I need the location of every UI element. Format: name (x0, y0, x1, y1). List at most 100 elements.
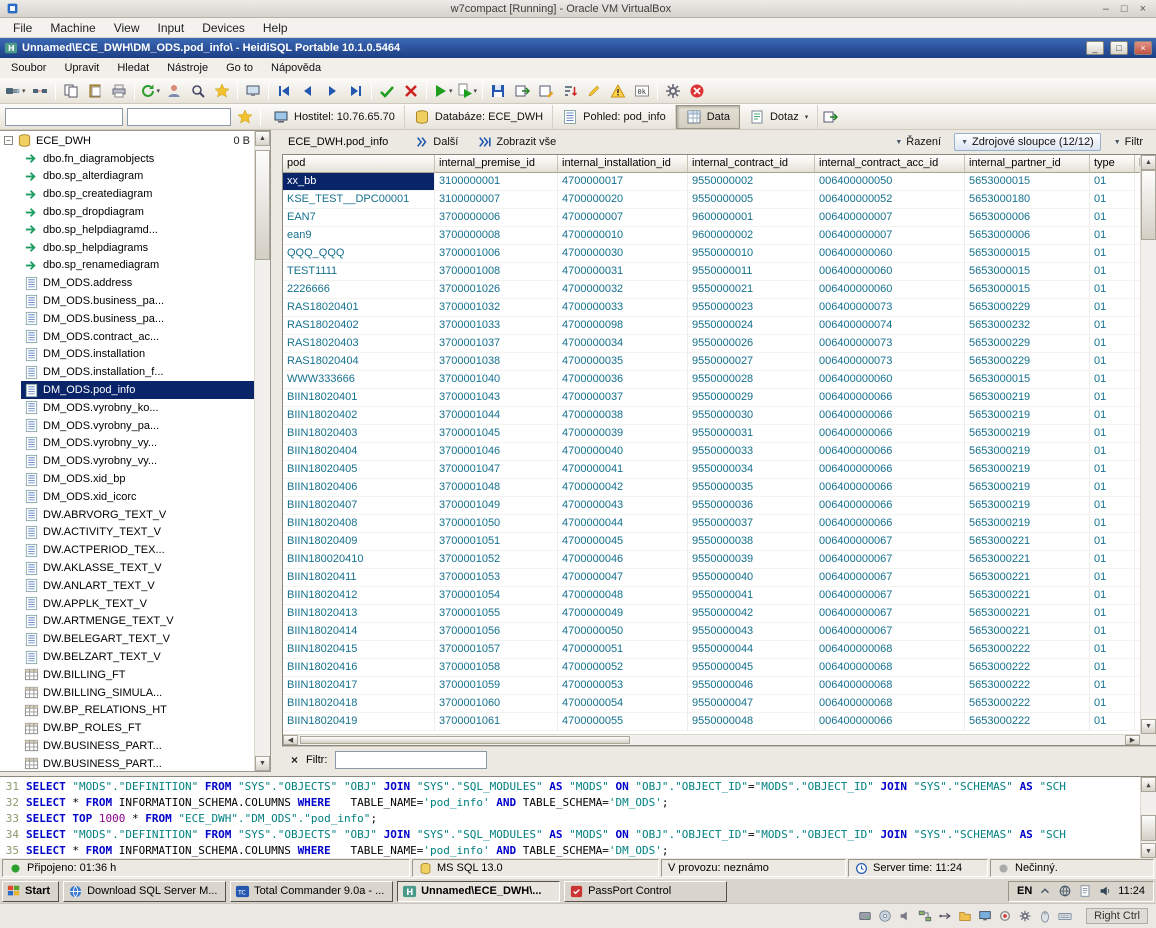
cell[interactable]: 006400000067 (815, 605, 965, 623)
tree-item-dbo-sp-alterdiagram[interactable]: dbo.sp_alterdiagram (0, 168, 254, 186)
cell[interactable]: 4700000017 (558, 173, 688, 191)
cell[interactable]: 9550000027 (688, 353, 815, 371)
cell[interactable]: 4700000007 (558, 209, 688, 227)
table-filter-input[interactable] (127, 108, 231, 126)
cell[interactable]: 3700001032 (435, 299, 558, 317)
cell[interactable]: 5653000222 (965, 641, 1090, 659)
menu-hledat[interactable]: Hledat (108, 59, 158, 77)
column-header-internal_partner_id[interactable]: internal_partner_id (965, 155, 1090, 173)
cell[interactable]: 9550000033 (688, 443, 815, 461)
tree-item-dm-ods-business-pa-[interactable]: DM_ODS.business_pa... (0, 310, 254, 328)
cell[interactable]: 3100000007 (435, 191, 558, 209)
cell[interactable]: 5653000219 (965, 389, 1090, 407)
cell[interactable]: 4700000046 (558, 551, 688, 569)
tree-item-dm-ods-business-pa-[interactable]: DM_ODS.business_pa... (0, 292, 254, 310)
cell[interactable]: 4700000053 (558, 677, 688, 695)
cell[interactable]: 9550000011 (688, 263, 815, 281)
cell[interactable]: 01 (1090, 641, 1135, 659)
tree-item-dw-activity-text-v[interactable]: DW.ACTIVITY_TEXT_V (0, 524, 254, 542)
network-icon[interactable] (918, 909, 932, 923)
cell[interactable]: 3700001053 (435, 569, 558, 587)
network-tray-icon[interactable] (1058, 884, 1072, 898)
tree-item-dm-ods-vyrobny-vy-[interactable]: DM_ODS.vyrobny_vy... (0, 435, 254, 453)
heidisql-restore-button[interactable]: □ (1110, 41, 1128, 55)
star-button[interactable] (210, 80, 234, 102)
tree-item-dm-ods-installation[interactable]: DM_ODS.installation (0, 346, 254, 364)
cell[interactable]: 9550000044 (688, 641, 815, 659)
cell[interactable]: 006400000073 (815, 335, 965, 353)
scroll-left-arrow-icon[interactable]: ◀ (283, 735, 298, 745)
tree-item-dw-anlart-text-v[interactable]: DW.ANLART_TEXT_V (0, 577, 254, 595)
cell[interactable]: BIIN18020415 (283, 641, 435, 659)
cell[interactable]: BIIN18020405 (283, 461, 435, 479)
grid-horizontal-scrollbar[interactable]: ◀ ▶ (283, 734, 1140, 745)
scroll-down-arrow-icon[interactable]: ▼ (255, 756, 270, 771)
cell[interactable]: 5653000180 (965, 191, 1090, 209)
cell[interactable]: 01 (1090, 281, 1135, 299)
insert-button[interactable] (534, 80, 558, 102)
cell[interactable]: 4700000055 (558, 713, 688, 731)
cell[interactable]: 01 (1090, 407, 1135, 425)
run-button[interactable]: ▾ (430, 80, 455, 102)
cell[interactable]: 01 (1090, 353, 1135, 371)
tree-scrollbar[interactable]: ▲ ▼ (254, 131, 270, 771)
cell[interactable]: 9550000030 (688, 407, 815, 425)
tree-item-dw-business-part-[interactable]: DW.BUSINESS_PART... (0, 755, 254, 771)
scroll-down-arrow-icon[interactable]: ▼ (1141, 719, 1156, 734)
print-button[interactable] (107, 80, 131, 102)
cell[interactable]: 4700000049 (558, 605, 688, 623)
copy-button[interactable] (59, 80, 83, 102)
cell[interactable]: 9550000048 (688, 713, 815, 731)
grid-vertical-scrollbar[interactable]: ▲ ▼ (1140, 155, 1156, 734)
cell[interactable]: 5653000232 (965, 317, 1090, 335)
cell[interactable]: 01 (1090, 299, 1135, 317)
scroll-up-arrow-icon[interactable]: ▲ (1141, 777, 1156, 792)
cell[interactable]: 006400000073 (815, 299, 965, 317)
tree-item-dw-applk-text-v[interactable]: DW.APPLK_TEXT_V (0, 595, 254, 613)
tree-item-dm-ods-xid-bp[interactable]: DM_ODS.xid_bp (0, 470, 254, 488)
cell[interactable]: 3700001057 (435, 641, 558, 659)
chevron-up-icon[interactable] (1038, 884, 1052, 898)
column-header-type[interactable]: type (1090, 155, 1135, 173)
cell[interactable]: 9550000026 (688, 335, 815, 353)
cell[interactable]: 01 (1090, 515, 1135, 533)
taskbar-button-unnamed-ece-dwh-[interactable]: HUnnamed\ECE_DWH\... (397, 881, 560, 902)
favorites-filter-button[interactable] (233, 106, 257, 128)
cell[interactable]: 9550000002 (688, 173, 815, 191)
cell[interactable]: 3700001047 (435, 461, 558, 479)
show-all-rows-button[interactable]: Zobrazit vše (471, 132, 563, 152)
cell[interactable]: 01 (1090, 659, 1135, 677)
scroll-up-arrow-icon[interactable]: ▲ (255, 131, 270, 146)
cell[interactable]: 01 (1090, 227, 1135, 245)
sql-log-scrollbar[interactable]: ▲ ▼ (1140, 777, 1156, 858)
cell[interactable]: 3700001050 (435, 515, 558, 533)
scroll-down-arrow-icon[interactable]: ▼ (1141, 843, 1156, 858)
cell[interactable]: 006400000066 (815, 389, 965, 407)
start-button[interactable]: Start (2, 881, 59, 902)
cell[interactable]: 3700001061 (435, 713, 558, 731)
cell[interactable]: 5653000229 (965, 353, 1090, 371)
vbox-menu-view[interactable]: View (105, 19, 149, 37)
cell[interactable]: 4700000035 (558, 353, 688, 371)
cell[interactable]: 5653000229 (965, 299, 1090, 317)
edit-button[interactable] (582, 80, 606, 102)
cell[interactable]: BIIN18020401 (283, 389, 435, 407)
cell[interactable]: 9550000047 (688, 695, 815, 713)
tab-dotaz[interactable]: Dotaz▾ (740, 105, 818, 129)
user-manager-button[interactable] (162, 80, 186, 102)
cell[interactable]: BIIN18020406 (283, 479, 435, 497)
nav-last-button[interactable] (344, 80, 368, 102)
cell[interactable]: BIIN18020409 (283, 533, 435, 551)
paste-button[interactable] (83, 80, 107, 102)
panel-splitter[interactable] (271, 130, 282, 772)
cell[interactable]: 006400000007 (815, 227, 965, 245)
cell[interactable]: BIIN18020402 (283, 407, 435, 425)
tree-item-dbo-sp-creatediagram[interactable]: dbo.sp_creatediagram (0, 185, 254, 203)
cell[interactable]: 01 (1090, 569, 1135, 587)
cell[interactable]: 5653000006 (965, 209, 1090, 227)
cell[interactable]: 01 (1090, 317, 1135, 335)
cell[interactable]: 4700000034 (558, 335, 688, 353)
cell[interactable]: 3700001054 (435, 587, 558, 605)
cell[interactable]: 4700000030 (558, 245, 688, 263)
tree-filter-input[interactable] (5, 108, 123, 126)
